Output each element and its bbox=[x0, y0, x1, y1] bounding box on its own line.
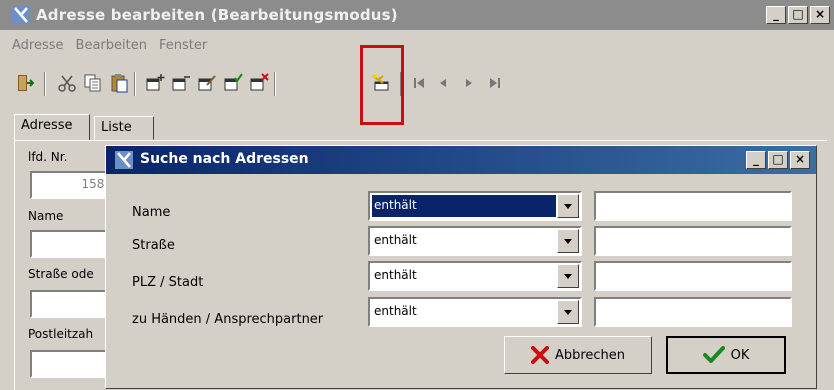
search-name-label: Name bbox=[132, 205, 171, 220]
dialog-app-icon bbox=[115, 151, 133, 169]
dialog-maximize-button[interactable]: □ bbox=[768, 151, 788, 169]
search-plz-input[interactable] bbox=[594, 261, 792, 291]
search-strasse-input[interactable] bbox=[594, 226, 792, 256]
paste-icon[interactable] bbox=[108, 72, 130, 94]
dialog-title: Suche nach Adressen bbox=[140, 151, 309, 167]
search-strasse-operator[interactable]: enthält bbox=[368, 226, 582, 256]
cancel-label: Abbrechen bbox=[554, 347, 626, 363]
menu-bearbeiten[interactable]: Bearbeiten bbox=[76, 38, 147, 53]
search-plz-operator[interactable]: enthält bbox=[368, 261, 582, 291]
record-delete-icon[interactable] bbox=[170, 72, 192, 94]
dialog-titlebar[interactable]: Suche nach Adressen _ □ × bbox=[106, 146, 816, 174]
tab-liste[interactable]: Liste bbox=[94, 116, 154, 140]
dialog-minimize-button[interactable]: _ bbox=[746, 151, 766, 169]
ok-label: OK bbox=[730, 347, 750, 363]
lfd-label: lfd. Nr. bbox=[28, 150, 68, 164]
toolbar-separator bbox=[44, 72, 46, 96]
search-dialog: Suche nach Adressen _ □ × Name enthält S… bbox=[105, 145, 817, 389]
search-plz-label: PLZ / Stadt bbox=[132, 275, 204, 290]
name-label: Name bbox=[28, 209, 64, 223]
chevron-down-icon[interactable] bbox=[557, 229, 579, 253]
record-save-icon[interactable] bbox=[222, 72, 244, 94]
search-contact-input[interactable] bbox=[594, 297, 792, 327]
copy-icon[interactable] bbox=[82, 72, 104, 94]
highlight-box bbox=[360, 45, 404, 125]
toolbar bbox=[10, 66, 610, 102]
cancel-button[interactable]: Abbrechen bbox=[504, 336, 652, 374]
search-contact-operator[interactable]: enthält bbox=[368, 297, 582, 327]
checkmark-icon bbox=[702, 346, 725, 363]
search-contact-operator-value: enthält bbox=[374, 304, 417, 318]
search-strasse-operator-value: enthält bbox=[374, 233, 417, 247]
plz-label: Postleitzah bbox=[28, 327, 94, 341]
strasse-label: Straße ode bbox=[28, 267, 94, 281]
window-titlebar[interactable]: Adresse bearbeiten (Bearbeitungsmodus) _… bbox=[0, 0, 834, 30]
menu-fenster[interactable]: Fenster bbox=[159, 38, 207, 53]
app-icon bbox=[12, 6, 30, 24]
dialog-close-button[interactable]: × bbox=[790, 151, 810, 169]
previous-record-icon[interactable] bbox=[432, 72, 454, 94]
maximize-button[interactable]: □ bbox=[788, 6, 808, 24]
next-record-icon[interactable] bbox=[458, 72, 480, 94]
toolbar-separator bbox=[134, 72, 136, 96]
close-button[interactable]: × bbox=[810, 6, 830, 24]
chevron-down-icon[interactable] bbox=[557, 264, 579, 288]
search-plz-operator-value: enthält bbox=[374, 268, 417, 282]
last-record-icon[interactable] bbox=[484, 72, 506, 94]
chevron-down-icon[interactable] bbox=[557, 194, 579, 218]
search-strasse-label: Straße bbox=[132, 238, 175, 253]
record-edit-icon[interactable] bbox=[196, 72, 218, 94]
menubar: Adresse Bearbeiten Fenster bbox=[12, 38, 207, 53]
search-name-input[interactable] bbox=[594, 191, 792, 221]
search-contact-label: zu Händen / Ansprechpartner bbox=[132, 312, 324, 327]
cancel-x-icon bbox=[530, 346, 549, 364]
search-name-operator[interactable]: enthält bbox=[368, 191, 582, 221]
main-window: Adresse bearbeiten (Bearbeitungsmodus) _… bbox=[0, 0, 834, 390]
first-record-icon[interactable] bbox=[408, 72, 430, 94]
tab-adresse[interactable]: Adresse bbox=[14, 114, 90, 140]
cut-icon[interactable] bbox=[56, 72, 78, 94]
search-name-operator-value: enthält bbox=[372, 195, 556, 217]
toolbar-separator bbox=[274, 72, 276, 96]
ok-button[interactable]: OK bbox=[666, 336, 786, 374]
menu-adresse[interactable]: Adresse bbox=[12, 38, 64, 53]
record-cancel-icon[interactable] bbox=[248, 72, 270, 94]
window-title: Adresse bearbeiten (Bearbeitungsmodus) bbox=[36, 6, 398, 24]
minimize-button[interactable]: _ bbox=[766, 6, 786, 24]
record-add-icon[interactable] bbox=[144, 72, 166, 94]
exit-icon[interactable] bbox=[14, 72, 36, 94]
chevron-down-icon[interactable] bbox=[557, 300, 579, 324]
